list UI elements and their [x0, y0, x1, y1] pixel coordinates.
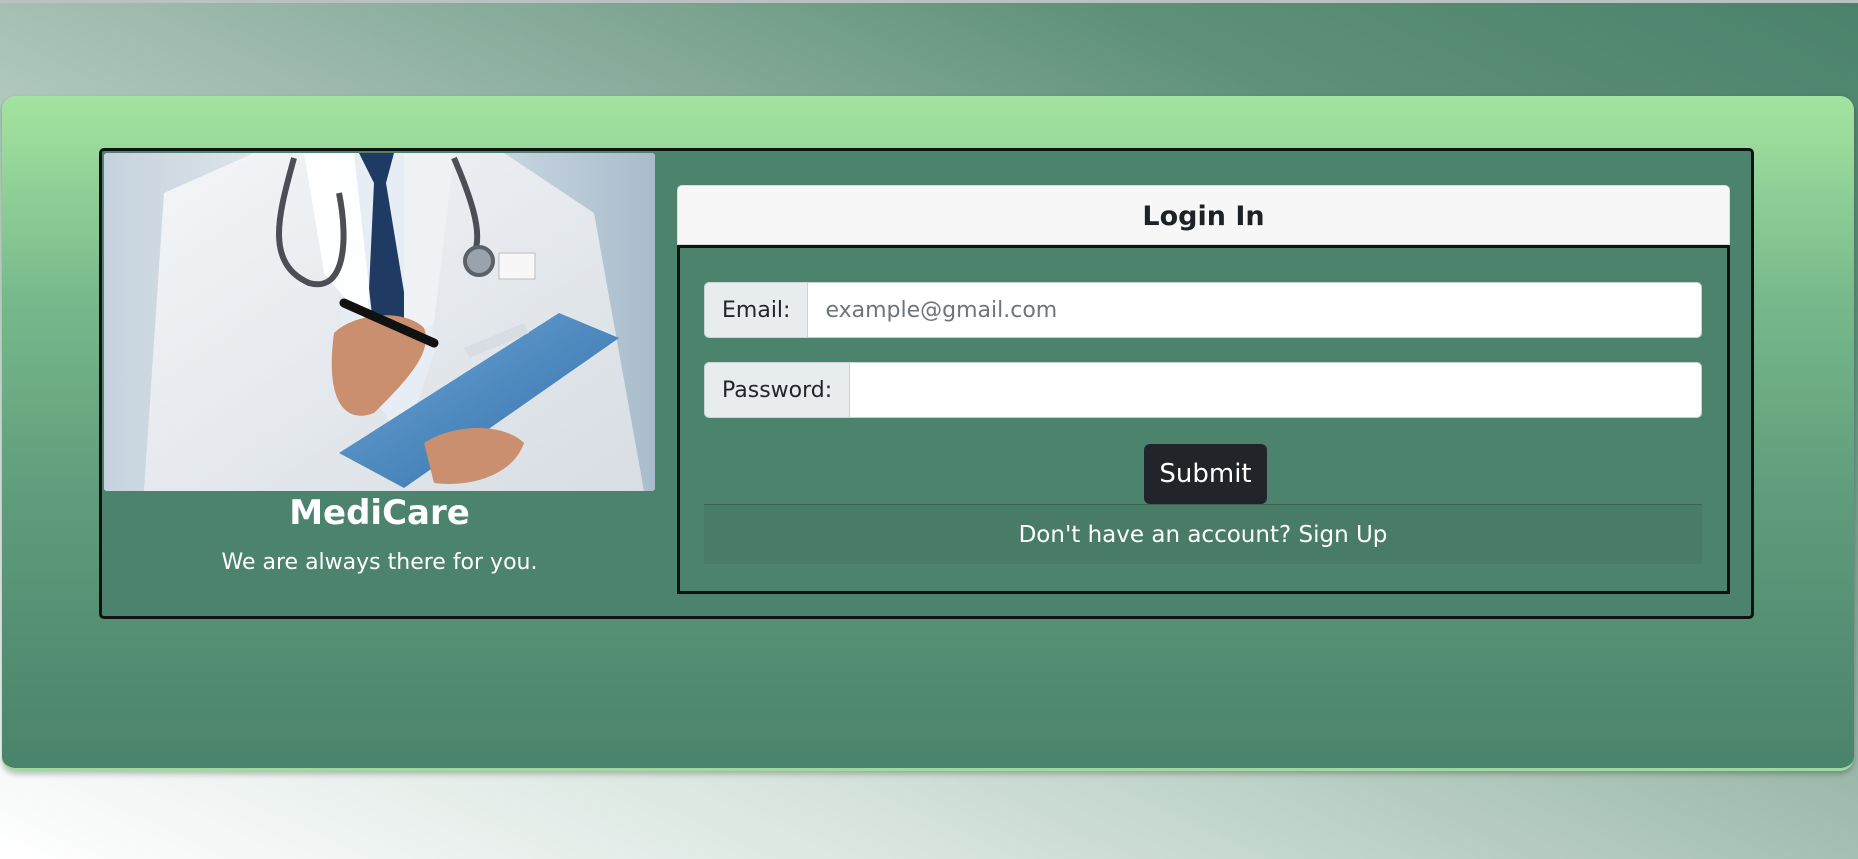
brand-tagline: We are always there for you. [221, 550, 538, 575]
email-label: Email: [705, 283, 809, 337]
email-field-group: Email: [704, 282, 1702, 338]
signup-prompt: Don't have an account? [1018, 522, 1299, 548]
password-input[interactable] [850, 363, 1701, 417]
login-title: Login In [677, 185, 1730, 245]
window-top-edge [0, 0, 1858, 3]
login-form: Login In Email: Password: Submit Don't h… [677, 185, 1730, 594]
signup-link[interactable]: Sign Up [1298, 522, 1387, 548]
submit-button[interactable]: Submit [1144, 444, 1267, 504]
email-input[interactable] [808, 283, 1701, 337]
password-field-group: Password: [704, 362, 1702, 418]
brand-name: MediCare [289, 493, 470, 533]
password-label: Password: [705, 363, 851, 417]
login-body: Email: Password: Submit Don't have an ac… [677, 245, 1730, 594]
doctor-photo [104, 153, 655, 491]
login-card: MediCare We are always there for you. Lo… [99, 148, 1754, 619]
brand-block: MediCare We are always there for you. [104, 489, 655, 577]
signup-footer: Don't have an account? Sign Up [704, 504, 1702, 564]
